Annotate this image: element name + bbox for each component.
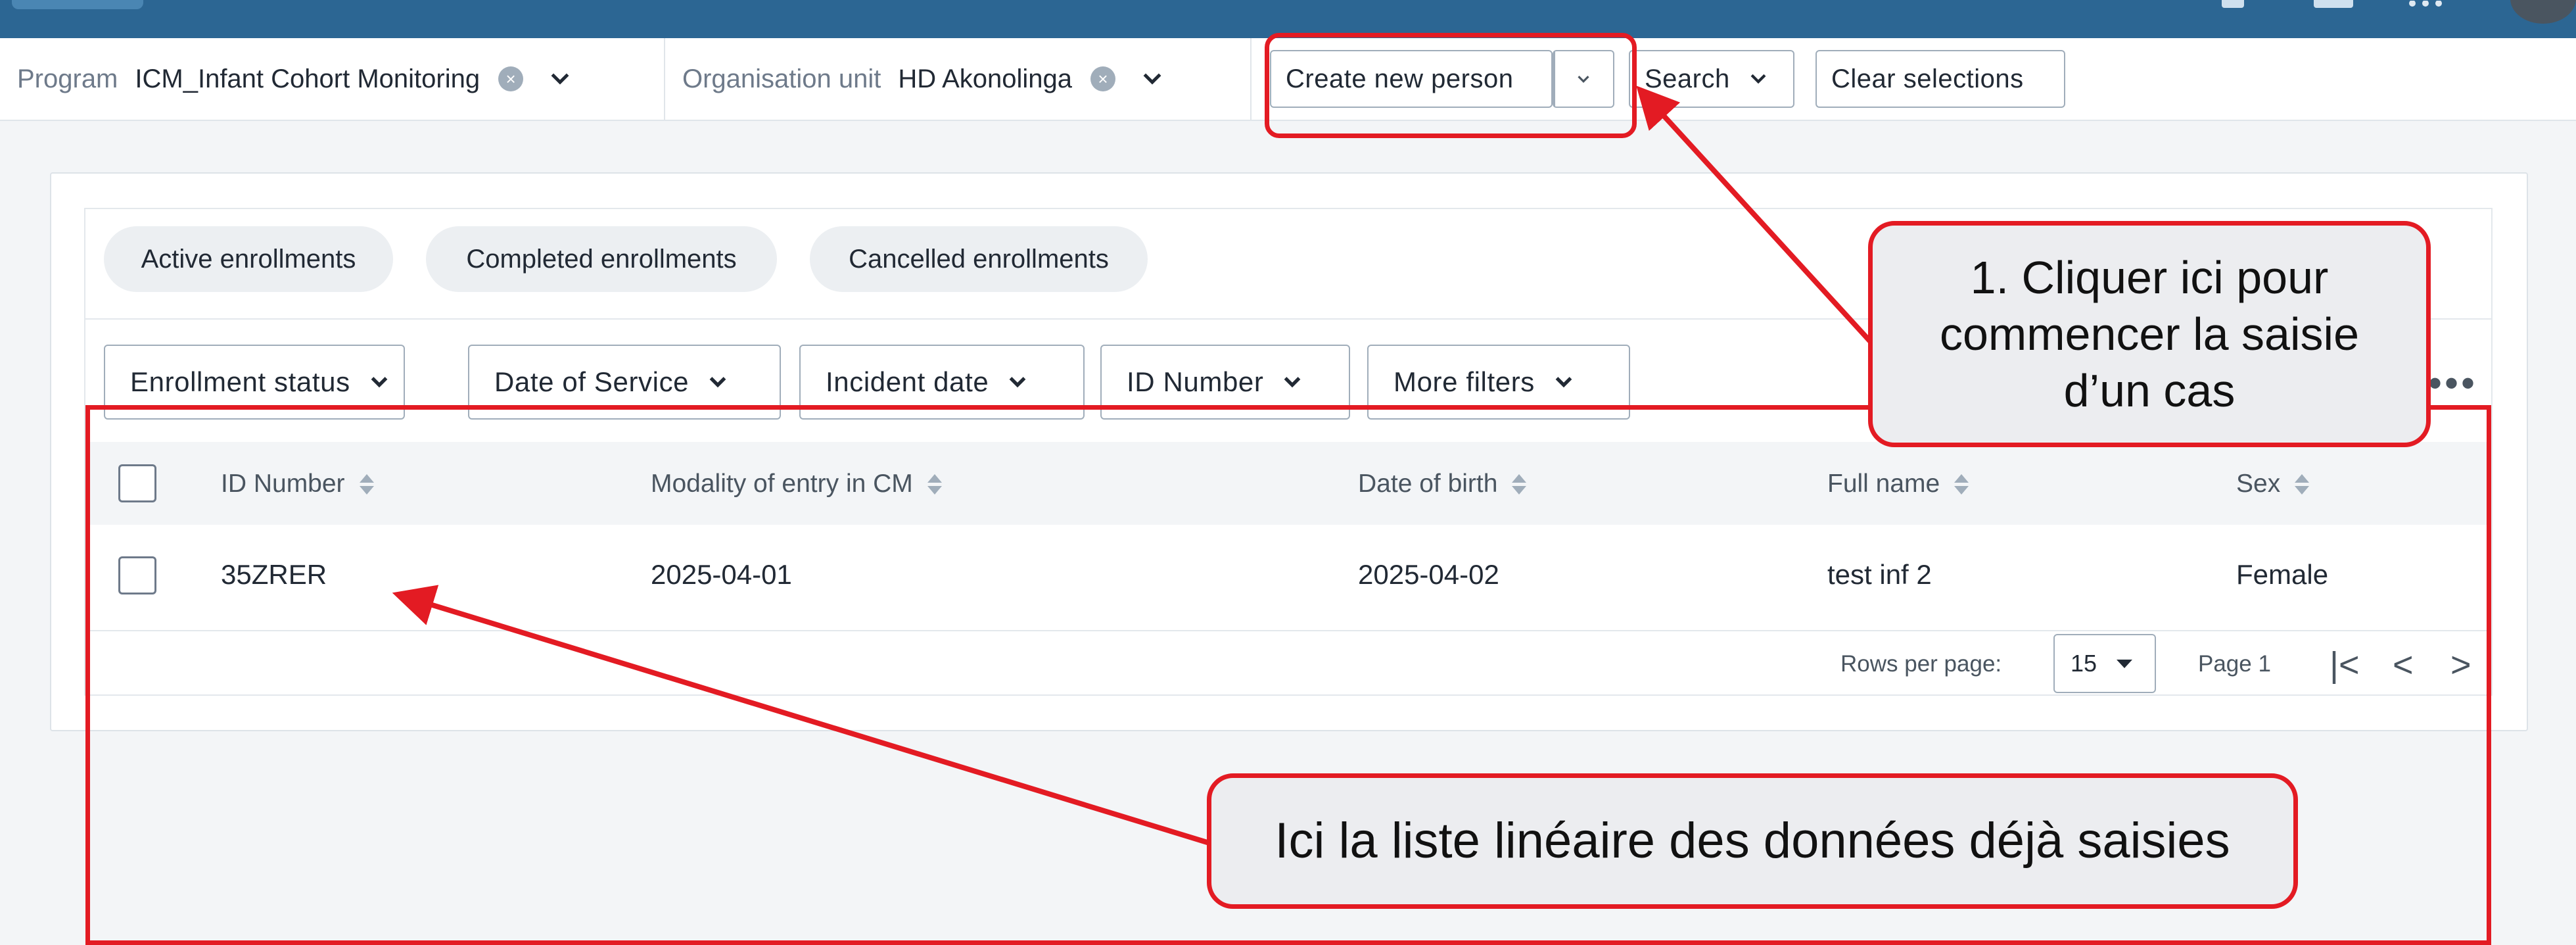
search-button[interactable]: Search — [1629, 50, 1794, 108]
callout-create-case: 1. Cliquer ici pour commencer la saisie … — [1868, 221, 2431, 447]
chip-label: Active enrollments — [141, 244, 356, 274]
chevron-down-icon — [1555, 377, 1572, 388]
program-selector[interactable]: Program ICM_Infant Cohort Monitoring × — [17, 38, 573, 120]
chevron-down-icon — [709, 377, 726, 388]
chip-cancelled-enrollments[interactable]: Cancelled enrollments — [810, 226, 1148, 292]
chat-icon[interactable] — [2314, 0, 2353, 8]
callout-text: Ici la liste linéaire des données déjà s… — [1275, 813, 2230, 869]
program-label: Program — [17, 64, 118, 93]
filter-label: Enrollment status — [130, 366, 350, 397]
search-label: Search — [1645, 64, 1730, 93]
chevron-down-icon[interactable] — [547, 66, 573, 92]
filter-label: Date of Service — [494, 366, 690, 397]
orgunit-selector[interactable]: Organisation unit HD Akonolinga × — [682, 38, 1165, 120]
clear-selections-button[interactable]: Clear selections — [1815, 50, 2065, 108]
chip-label: Completed enrollments — [466, 244, 737, 274]
more-options-icon[interactable]: ••• — [2428, 360, 2477, 406]
callout-list-description: Ici la liste linéaire des données déjà s… — [1207, 773, 2298, 909]
filter-label: Incident date — [826, 366, 989, 397]
megaphone-icon[interactable] — [2222, 0, 2244, 8]
profile-avatar[interactable] — [2510, 0, 2576, 24]
apps-icon[interactable] — [2406, 0, 2445, 8]
clear-orgunit-icon[interactable]: × — [1090, 66, 1116, 91]
divider — [664, 38, 665, 120]
chip-completed-enrollments[interactable]: Completed enrollments — [426, 226, 777, 292]
chevron-down-icon — [371, 377, 388, 388]
clear-selections-label: Clear selections — [1831, 64, 2024, 93]
chevron-down-icon — [1750, 74, 1766, 84]
chevron-down-icon — [1009, 377, 1026, 388]
orgunit-value: HD Akonolinga — [898, 64, 1073, 93]
chip-active-enrollments[interactable]: Active enrollments — [104, 226, 393, 292]
chip-label: Cancelled enrollments — [849, 244, 1109, 274]
callout-text: 1. Cliquer ici pour commencer la saisie … — [1940, 252, 2359, 416]
filter-label: ID Number — [1127, 366, 1264, 397]
program-value: ICM_Infant Cohort Monitoring — [135, 64, 480, 93]
highlight-create-button — [1265, 33, 1637, 138]
chevron-down-icon — [1284, 377, 1301, 388]
clear-program-icon[interactable]: × — [498, 66, 524, 91]
chevron-down-icon[interactable] — [1139, 66, 1165, 92]
divider — [1250, 38, 1252, 120]
dhis2-logo[interactable] — [12, 0, 143, 9]
orgunit-label: Organisation unit — [682, 64, 881, 93]
filter-label: More filters — [1393, 366, 1535, 397]
